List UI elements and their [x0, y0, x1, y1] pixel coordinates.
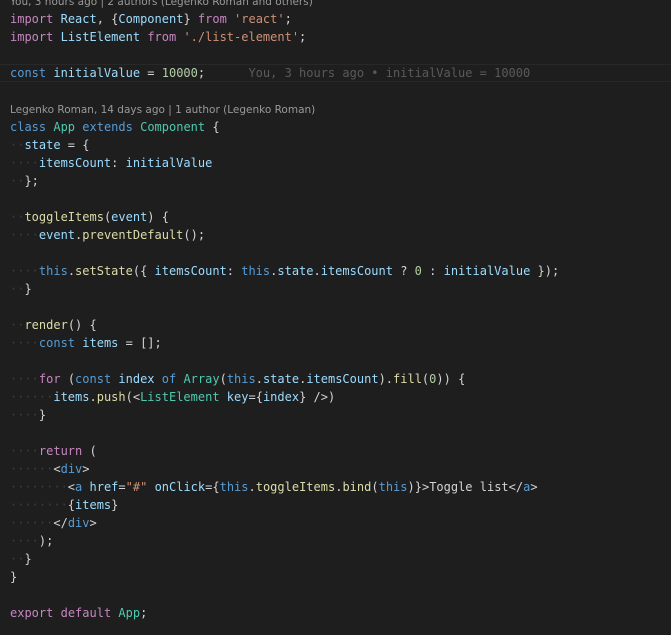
code-line-23[interactable]: ····} — [10, 406, 46, 424]
code-line-8[interactable]: ··state = { — [10, 136, 89, 154]
code-line-27[interactable]: ········<a href="#" onClick={this.toggle… — [10, 478, 538, 496]
code-line-2[interactable]: import ListElement from './list-element'… — [10, 28, 306, 46]
code-line-4[interactable]: const initialValue = 10000; You, 3 hours… — [10, 64, 530, 82]
code-line-26[interactable]: ······<div> — [10, 460, 90, 478]
code-editor[interactable]: You, 3 hours ago | 2 authors (Legenko Ro… — [0, 0, 671, 635]
code-line-31[interactable]: ··} — [10, 550, 32, 568]
code-line-9[interactable]: ····itemsCount: initialValue — [10, 154, 212, 172]
code-line-21[interactable]: ····for (const index of Array(this.state… — [10, 370, 465, 388]
code-line-7[interactable]: class App extends Component { — [10, 118, 220, 136]
code-line-10[interactable]: ··}; — [10, 172, 39, 190]
code-line-13[interactable]: ····event.preventDefault(); — [10, 226, 205, 244]
code-line-19[interactable]: ····const items = []; — [10, 334, 162, 352]
code-line-12[interactable]: ··toggleItems(event) { — [10, 208, 169, 226]
code-line-29[interactable]: ······</div> — [10, 514, 97, 532]
code-line-30[interactable]: ····); — [10, 532, 53, 550]
code-line-32[interactable]: } — [10, 568, 17, 586]
code-line-22[interactable]: ······items.push(<ListElement key={index… — [10, 388, 335, 406]
code-line-16[interactable]: ··} — [10, 280, 32, 298]
code-line-34[interactable]: export default App; — [10, 604, 147, 622]
code-line-1[interactable]: import React, {Component} from 'react'; — [10, 10, 292, 28]
git-blame-annotation: You, 3 hours ago • initialValue = 10000 — [248, 66, 531, 80]
code-line-15[interactable]: ····this.setState({ itemsCount: this.sta… — [10, 262, 559, 280]
codelens-authors-class[interactable]: Legenko Roman, 14 days ago | 1 author (L… — [10, 103, 315, 117]
code-line-18[interactable]: ··render() { — [10, 316, 97, 334]
code-line-28[interactable]: ········{items} — [10, 496, 118, 514]
codelens-authors-top[interactable]: You, 3 hours ago | 2 authors (Legenko Ro… — [10, 0, 313, 9]
code-line-25[interactable]: ····return ( — [10, 442, 97, 460]
